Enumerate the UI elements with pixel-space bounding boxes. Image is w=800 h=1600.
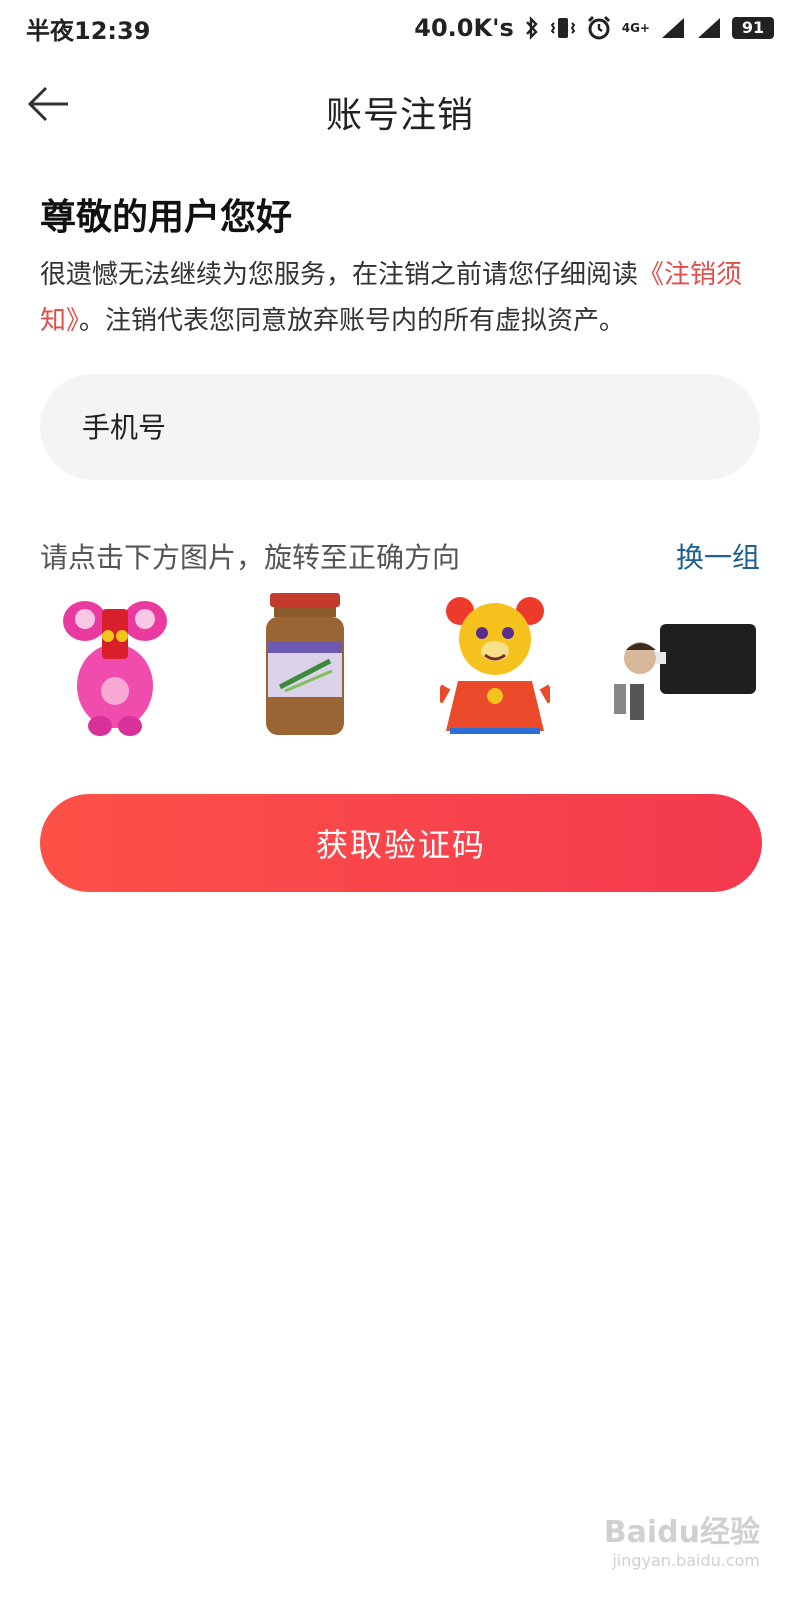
network-speed: 40.0K's bbox=[414, 14, 514, 42]
captcha-header: 请点击下方图片，旋转至正确方向 换一组 bbox=[40, 536, 760, 576]
battery-icon: 91 bbox=[732, 17, 774, 39]
status-icons: 40.0K's 4G+ 91 bbox=[414, 14, 774, 42]
pink-toy-image[interactable] bbox=[40, 586, 190, 746]
get-verification-code-button[interactable]: 获取验证码 bbox=[40, 794, 762, 892]
status-bar: 半夜12:39 40.0K's 4G+ 91 bbox=[0, 0, 800, 56]
notice-suffix: 。注销代表您同意放弃账号内的所有虚拟资产。 bbox=[79, 306, 626, 336]
phone-input-container bbox=[40, 374, 760, 480]
notice-prefix: 很遗憾无法继续为您服务，在注销之前请您仔细阅读 bbox=[40, 260, 639, 290]
page-title: 账号注销 bbox=[325, 95, 474, 136]
captcha-hint: 请点击下方图片，旋转至正确方向 bbox=[40, 541, 461, 574]
phone-input[interactable] bbox=[80, 409, 684, 445]
jar-image[interactable] bbox=[230, 586, 380, 746]
status-time: 半夜12:39 bbox=[26, 16, 151, 45]
person-image[interactable] bbox=[610, 586, 760, 746]
account-cancellation-page: 半夜12:39 40.0K's 4G+ 91 账号注销 尊敬的用户您好 很遗憾无… bbox=[0, 0, 800, 1600]
captcha-image-list bbox=[40, 586, 760, 746]
signal-icon bbox=[660, 16, 686, 40]
nav-bar: 账号注销 bbox=[0, 66, 800, 146]
watermark-sub: jingyan.baidu.com bbox=[612, 1551, 760, 1570]
signal-icon bbox=[696, 16, 722, 40]
vibrate-icon bbox=[550, 16, 576, 40]
bluetooth-icon bbox=[524, 16, 540, 40]
network-type-icon: 4G+ bbox=[621, 21, 650, 35]
alarm-icon bbox=[586, 15, 612, 41]
bear-toy-image[interactable] bbox=[420, 586, 570, 746]
notice-text: 很遗憾无法继续为您服务，在注销之前请您仔细阅读《注销须知》。注销代表您同意放弃账… bbox=[40, 252, 760, 344]
greeting-heading: 尊敬的用户您好 bbox=[40, 197, 293, 238]
refresh-captcha-button[interactable]: 换一组 bbox=[676, 536, 760, 576]
baidu-watermark: Baidu经验 jingyan.baidu.com bbox=[604, 1507, 760, 1570]
watermark-main: Baidu经验 bbox=[603, 1515, 760, 1550]
